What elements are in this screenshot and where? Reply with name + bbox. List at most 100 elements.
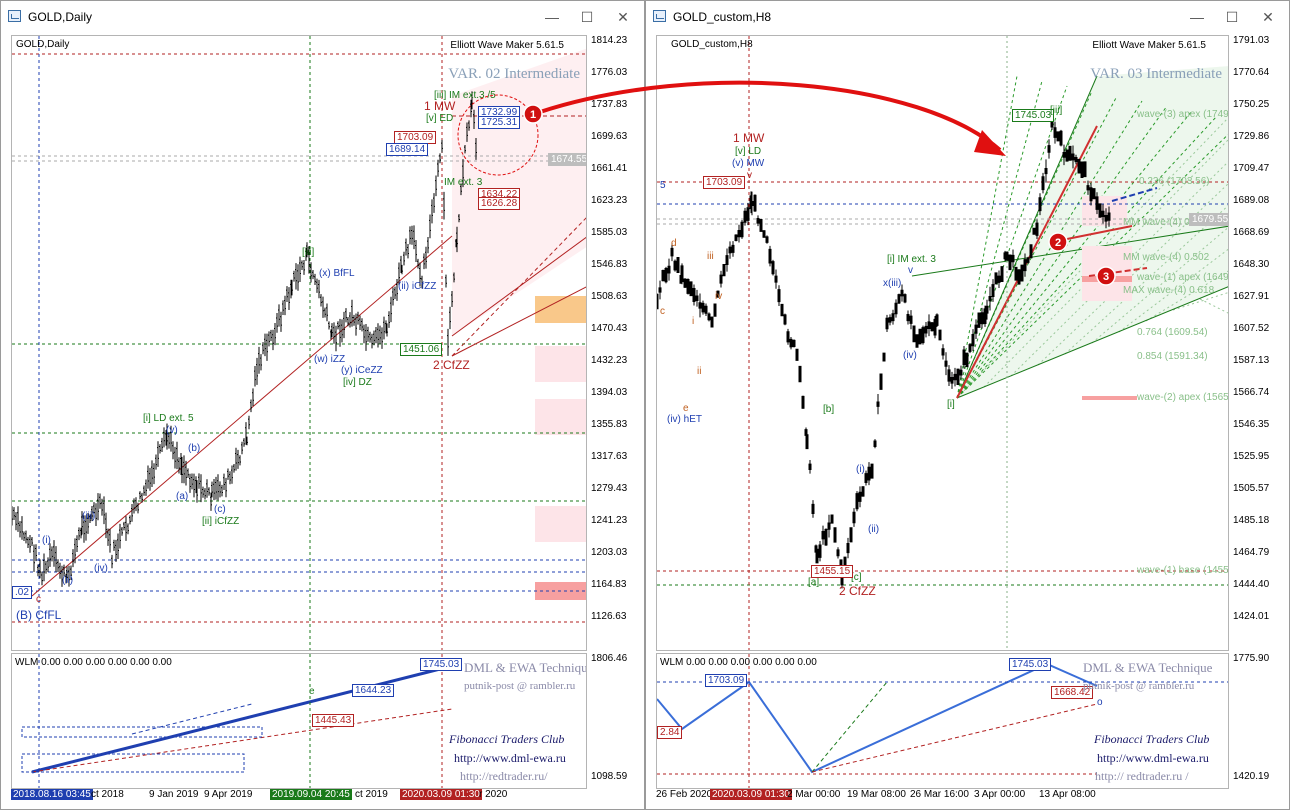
wave1base-label: wave-(1) base (1455: [1137, 565, 1229, 576]
wave-b-label: (b): [188, 443, 201, 454]
iv-label: (iv): [903, 350, 917, 361]
wave3-apex-label: wave-(3) apex (1749: [1137, 109, 1229, 120]
right-x-tick-1: 2020.03.09 01:30: [710, 789, 792, 800]
left-price-chart[interactable]: GOLD,Daily Elliott Wave Maker 5.61.5 VAR…: [11, 35, 587, 651]
right-y-tick: 1464.79: [1233, 547, 1270, 558]
wlm-box: [21, 753, 245, 773]
vmw-label: (v) MW: [732, 158, 765, 169]
right-y-tick: 1627.91: [1233, 291, 1270, 302]
target-zone-pink-1: [535, 346, 586, 382]
right-y-tick: 1444.40: [1233, 579, 1270, 590]
right-symbol-label: GOLD_custom,H8: [671, 39, 753, 50]
iii-box-label: [iii]: [1050, 105, 1063, 116]
ivdz-label: [iv] DZ: [343, 377, 372, 388]
url-redtrader-label[interactable]: http://redtrader.ru/: [460, 769, 548, 784]
right-indicator-subwindow[interactable]: WLM 0.00 0.00 0.00 0.00 0.00 0.00 1703.0…: [656, 653, 1229, 789]
b-green-label: [b]: [823, 404, 835, 415]
technique-label: DML & EWA Technique: [464, 660, 587, 675]
url-dml-label[interactable]: http://www.dml-ewa.ru: [1097, 751, 1209, 766]
right-y-tick: 1750.25: [1233, 99, 1270, 110]
wave2apex-label: wave-(2) apex (1565: [1137, 392, 1229, 403]
left-x-tick-3: 9 Apr 2019: [204, 789, 253, 800]
sub-box-284: 2.84: [657, 726, 683, 739]
c-orange-label: c: [660, 306, 665, 317]
bcffl-label: (B) CfFL: [16, 608, 62, 622]
left-symbol-label: GOLD,Daily: [16, 39, 70, 50]
left-sub-tick-bottom: 1098.59: [591, 771, 628, 782]
maximize-button[interactable]: ☐: [1218, 6, 1246, 28]
price-box-1745: 1745.03: [1012, 109, 1055, 122]
left-chart-window[interactable]: GOLD,Daily — ☐ ✕ GOLD,Daily Elliott Wave…: [0, 0, 645, 810]
left-window-title: GOLD,Daily: [28, 10, 93, 24]
maximize-button[interactable]: ☐: [573, 6, 601, 28]
right-sub-tick-bottom: 1420.19: [1233, 771, 1270, 782]
left-y-tick: 1508.63: [591, 291, 628, 302]
right-x-tick-5: 3 Apr 00:00: [974, 789, 1026, 800]
fib764-label: 0.764 (1609.54): [1137, 327, 1208, 338]
minimize-button[interactable]: —: [1183, 6, 1211, 28]
wave-a-label: (a): [176, 491, 189, 502]
price-box-1725: 1725.31: [478, 116, 521, 129]
left-titlebar[interactable]: GOLD,Daily — ☐ ✕: [1, 1, 644, 33]
trend-line: [31, 235, 453, 597]
five-label: 5: [660, 180, 666, 191]
xiii-label: x(iii): [883, 278, 902, 289]
iicfzz-label: (ii) iCfZZ: [398, 281, 437, 292]
right-y-tick: 1607.52: [1233, 323, 1270, 334]
fib-club-label: Fibonacci Traders Club: [449, 732, 565, 746]
price-box-1689: 1689.14: [386, 143, 429, 156]
right-titlebar[interactable]: GOLD_custom,H8 — ☐ ✕: [646, 1, 1289, 33]
left-y-tick: 1814.23: [591, 35, 628, 46]
right-wlm-values: WLM 0.00 0.00 0.00 0.00 0.00 0.00: [660, 657, 817, 668]
cfzz2-label: 2 CfZZ: [839, 584, 876, 598]
left-y-tick: 1661.41: [591, 163, 628, 174]
wave-ii-label: (ii): [62, 575, 74, 586]
e-label: e: [683, 403, 689, 414]
mw-label: 1 MW: [424, 99, 456, 113]
right-y-tick: 1587.13: [1233, 355, 1270, 366]
wave-v-label: (v): [166, 425, 178, 436]
wave-iv-label: (iv): [94, 563, 108, 574]
url-redtrader-label[interactable]: http:// redtrader.ru /: [1095, 769, 1189, 784]
left-y-tick: 1546.83: [591, 259, 628, 270]
mw-label: 1 MW: [733, 131, 765, 145]
d-orange-label: d: [671, 238, 677, 249]
left-y-tick: 1126.63: [591, 611, 627, 622]
right-indicator-label: Elliott Wave Maker 5.61.5: [1092, 40, 1206, 51]
right-price-svg: [657, 36, 1228, 650]
target-zone-pink-2: [535, 399, 586, 435]
left-y-tick: 1279.43: [591, 483, 628, 494]
left-y-tick: 1394.03: [591, 387, 628, 398]
left-variant-label: VAR. 02 Intermediate: [448, 66, 580, 82]
ii-label: (ii): [868, 524, 880, 535]
right-x-tick-6: 13 Apr 08:00: [1039, 789, 1096, 800]
i-orange-label: i: [692, 316, 695, 327]
left-indicator-subwindow[interactable]: WLM 0.00 0.00 0.00 0.00 0.00 0.00 1745.0…: [11, 653, 587, 789]
url-dml-label[interactable]: http://www.dml-ewa.ru: [454, 751, 566, 766]
wave2-apex-bar: [1082, 396, 1137, 400]
cfzz2-label: 2 CfZZ: [433, 358, 470, 372]
chart-window-icon: [653, 10, 666, 22]
right-y-tick: 1424.01: [1233, 611, 1270, 622]
minimize-button[interactable]: —: [538, 6, 566, 28]
left-x-tick-5: ct 2019: [355, 789, 388, 800]
left-y-tick: 1355.83: [591, 419, 628, 430]
right-x-tick-0: 26 Feb 2020: [656, 789, 713, 800]
right-price-chart[interactable]: GOLD_custom,H8 Elliott Wave Maker 5.61.5…: [656, 35, 1229, 651]
right-chart-window[interactable]: GOLD_custom,H8 — ☐ ✕ GOLD_custom,H8 Elli…: [645, 0, 1290, 810]
sub-box-1445: 1445.43: [312, 714, 355, 727]
close-button[interactable]: ✕: [1254, 6, 1282, 28]
right-y-tick: 1770.64: [1233, 67, 1270, 78]
fib854-label: 0.854 (1591.34): [1137, 351, 1208, 362]
right-x-tick-3: 19 Mar 08:00: [847, 789, 906, 800]
right-y-tick: 1729.86: [1233, 131, 1270, 142]
price-box-1626: 1626.28: [478, 197, 521, 210]
right-y-tick: 1485.18: [1233, 515, 1270, 526]
close-button[interactable]: ✕: [609, 6, 637, 28]
c-label: c: [36, 594, 41, 605]
i-green-label: [i]: [947, 399, 955, 410]
fib236-label: 0.236 (1703.56): [1139, 176, 1210, 187]
left-y-tick: 1623.23: [591, 195, 628, 206]
a-green-label: [a]: [808, 577, 820, 588]
left-y-tick: 1585.03: [591, 227, 628, 238]
